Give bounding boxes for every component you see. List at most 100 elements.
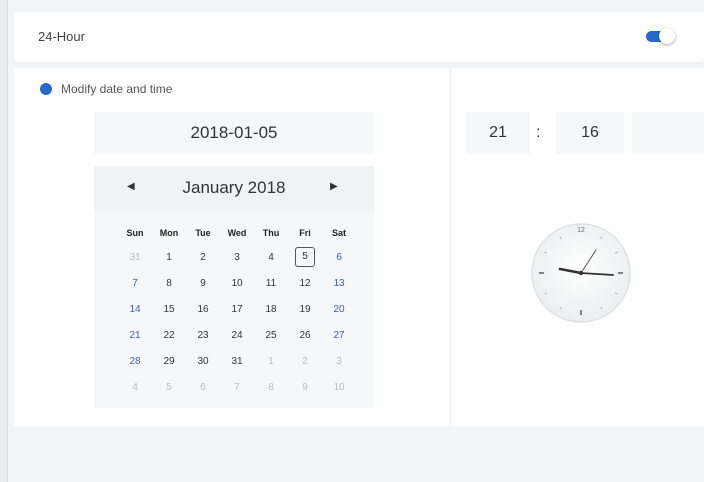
calendar-day-number: 8 <box>166 277 172 289</box>
calendar-day[interactable]: 17 <box>220 304 254 315</box>
calendar-day[interactable]: 10 <box>322 382 356 393</box>
weekday-label: Wed <box>227 228 247 238</box>
calendar-day[interactable]: 22 <box>152 330 186 341</box>
calendar-day-number: 7 <box>132 277 138 289</box>
minute-value: 16 <box>581 124 599 141</box>
calendar-day-number: 28 <box>129 355 141 367</box>
calendar-day-number: 8 <box>268 381 274 393</box>
calendar-week-row: 14 15 16 17 18 19 20 <box>118 296 356 322</box>
calendar-day[interactable]: 7 <box>118 278 152 289</box>
calendar-day[interactable]: 19 <box>288 304 322 315</box>
modify-date-time-option[interactable]: Modify date and time <box>40 82 172 96</box>
calendar-day-number: 27 <box>333 329 345 341</box>
calendar-day-number: 2 <box>200 251 206 263</box>
calendar-day[interactable]: 28 <box>118 356 152 367</box>
calendar-day[interactable]: 25 <box>254 330 288 341</box>
hour-value: 21 <box>489 124 507 141</box>
calendar-day-number: 21 <box>129 329 141 341</box>
calendar-day-number: 26 <box>299 329 311 341</box>
calendar-day[interactable]: 21 <box>118 330 152 341</box>
weekday-label: Sat <box>331 228 346 238</box>
calendar-day-number: 14 <box>129 303 141 315</box>
calendar-day[interactable]: 5 <box>152 382 186 393</box>
calendar-day-number: 9 <box>302 381 308 393</box>
calendar-day-number: 6 <box>336 251 342 263</box>
calendar-day[interactable]: 1 <box>152 252 186 263</box>
calendar-day[interactable]: 7 <box>220 382 254 393</box>
calendar-day[interactable]: 13 <box>322 278 356 289</box>
24-hour-toggle[interactable] <box>646 28 676 44</box>
calendar-day[interactable]: 6 <box>322 252 356 263</box>
calendar-day[interactable]: 23 <box>186 330 220 341</box>
modify-date-time-label: Modify date and time <box>61 82 173 96</box>
calendar-day-number: 10 <box>333 381 345 393</box>
calendar-day-number: 2 <box>302 355 308 367</box>
calendar-day-number: 5 <box>166 381 172 393</box>
calendar-day[interactable]: 4 <box>118 382 152 393</box>
weekday-label: Tue <box>195 228 211 238</box>
calendar-day[interactable]: 30 <box>186 356 220 367</box>
analog-clock: 12 <box>526 218 636 328</box>
calendar-day-number: 25 <box>265 329 277 341</box>
calendar-day[interactable]: 4 <box>254 252 288 263</box>
time-separator: : <box>536 124 541 141</box>
calendar-day-number: 9 <box>200 277 206 289</box>
calendar-day-number: 19 <box>299 303 311 315</box>
calendar-day[interactable]: 6 <box>186 382 220 393</box>
calendar-day[interactable]: 9 <box>186 278 220 289</box>
calendar-day[interactable]: 16 <box>186 304 220 315</box>
minute-field[interactable]: 16 <box>556 112 624 154</box>
second-field[interactable] <box>632 112 704 154</box>
calendar-day[interactable]: 12 <box>288 278 322 289</box>
calendar-day[interactable]: 18 <box>254 304 288 315</box>
calendar-day[interactable]: 2 <box>186 252 220 263</box>
panel-divider <box>450 68 451 426</box>
calendar: ◀ January 2018 ▶ Sun Mon Tue Wed Thu Fri… <box>94 166 374 408</box>
calendar-day-number: 11 <box>265 277 277 289</box>
calendar-day[interactable]: 9 <box>288 382 322 393</box>
toggle-knob <box>659 28 675 44</box>
calendar-day-number: 3 <box>234 251 240 263</box>
calendar-day[interactable]: 15 <box>152 304 186 315</box>
calendar-day[interactable]: 3 <box>322 356 356 367</box>
calendar-day-number: 15 <box>163 303 175 315</box>
calendar-day[interactable]: 3 <box>220 252 254 263</box>
calendar-day-number: 16 <box>197 303 209 315</box>
calendar-day[interactable]: 29 <box>152 356 186 367</box>
date-value: 2018-01-05 <box>190 123 278 142</box>
hour-field[interactable]: 21 <box>466 112 530 154</box>
calendar-day-selected[interactable]: 5 <box>288 247 322 267</box>
calendar-day-number: 6 <box>200 381 206 393</box>
calendar-day-number: 29 <box>163 355 175 367</box>
caret-right-icon[interactable]: ▶ <box>330 181 338 192</box>
time-format-label: 24-Hour <box>38 29 85 44</box>
calendar-day[interactable]: 10 <box>220 278 254 289</box>
calendar-day[interactable]: 11 <box>254 278 288 289</box>
calendar-day[interactable]: 8 <box>254 382 288 393</box>
clock-face-icon: 12 <box>531 223 631 323</box>
calendar-day-number: 1 <box>268 355 274 367</box>
weekday-label: Fri <box>299 228 311 238</box>
calendar-day[interactable]: 31 <box>220 356 254 367</box>
date-field[interactable]: 2018-01-05 <box>94 112 374 154</box>
calendar-day-number: 22 <box>163 329 175 341</box>
calendar-day[interactable]: 14 <box>118 304 152 315</box>
calendar-day-number: 4 <box>132 381 138 393</box>
calendar-day[interactable]: 26 <box>288 330 322 341</box>
clock-numeral: 12 <box>577 227 585 234</box>
calendar-day[interactable]: 1 <box>254 356 288 367</box>
calendar-day[interactable]: 2 <box>288 356 322 367</box>
calendar-day[interactable]: 20 <box>322 304 356 315</box>
calendar-day[interactable]: 24 <box>220 330 254 341</box>
calendar-day[interactable]: 27 <box>322 330 356 341</box>
calendar-day-number: 5 <box>295 247 315 267</box>
weekday-label: Mon <box>159 228 179 238</box>
calendar-day[interactable]: 8 <box>152 278 186 289</box>
calendar-day-number: 23 <box>197 329 209 341</box>
radio-selected-icon[interactable] <box>40 83 52 95</box>
calendar-week-row: 4 5 6 7 8 9 10 <box>118 374 356 400</box>
calendar-day-number: 4 <box>268 251 274 263</box>
calendar-day[interactable]: 31 <box>118 252 152 263</box>
calendar-day-number: 24 <box>231 329 243 341</box>
calendar-week-row: 28 29 30 31 1 2 3 <box>118 348 356 374</box>
